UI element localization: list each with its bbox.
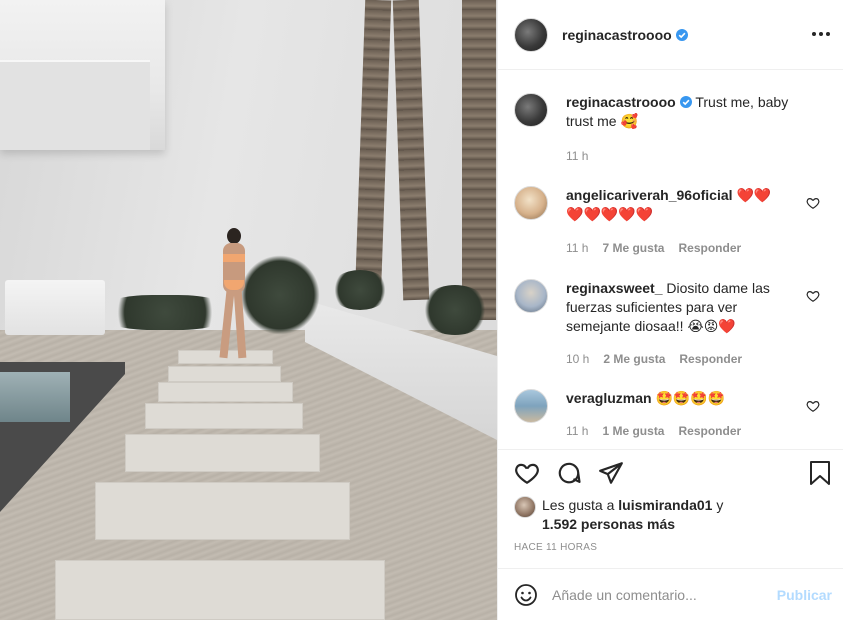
post-header: reginacastroooo	[498, 0, 843, 70]
comment-username[interactable]: veragluzman	[566, 390, 652, 406]
comment-row: angelicariverah_96oficial ❤️❤️ ❤️❤️❤️❤️❤…	[514, 186, 834, 266]
comment-time[interactable]: 11 h	[566, 241, 588, 255]
comment-likes[interactable]: 1 Me gusta	[602, 424, 664, 438]
post-timestamp[interactable]: HACE 11 HORAS	[514, 542, 597, 553]
comment-like-heart-icon[interactable]	[806, 399, 820, 413]
comment-like-heart-icon[interactable]	[806, 289, 820, 303]
comment-text: angelicariverah_96oficial ❤️❤️ ❤️❤️❤️❤️❤…	[566, 186, 798, 224]
comment-row: reginaxsweet_ Diosito dame las fuerzas s…	[514, 279, 834, 369]
caption-row: reginacastroooo Trust me, baby trust me …	[514, 93, 834, 193]
caption-text: reginacastroooo Trust me, baby trust me …	[566, 93, 798, 131]
comment-meta: 10 h 2 Me gusta Responder	[566, 352, 742, 366]
commenter-avatar[interactable]	[514, 389, 548, 423]
post-side-panel: reginacastroooo reginacastroooo Trust me…	[497, 0, 843, 620]
shrub	[420, 285, 490, 335]
commenter-avatar[interactable]	[514, 279, 548, 313]
add-comment-bar: Añade un comentario... Publicar	[498, 568, 843, 620]
author-avatar[interactable]	[514, 17, 548, 52]
heart-icon[interactable]	[514, 460, 540, 486]
comments-list: reginacastroooo Trust me, baby trust me …	[498, 71, 843, 449]
commenter-avatar[interactable]	[514, 186, 548, 220]
pool-water	[0, 372, 70, 422]
bookmark-icon[interactable]	[808, 460, 832, 486]
author-username[interactable]: reginacastroooo	[562, 27, 688, 43]
stepping-stone	[125, 434, 320, 472]
comment-time[interactable]: 10 h	[566, 352, 589, 366]
share-icon[interactable]	[598, 460, 624, 486]
comment-text: reginaxsweet_ Diosito dame las fuerzas s…	[566, 279, 798, 336]
palm-trunk	[462, 0, 496, 320]
likes-text: Les gusta a luismiranda01 y 1.592 person…	[542, 497, 724, 532]
caption-body: Trust me, baby	[695, 94, 789, 110]
comment-like-heart-icon[interactable]	[806, 196, 820, 210]
comment-emojis: 🤩🤩🤩🤩	[655, 390, 726, 406]
comment-username[interactable]: angelicariverah_96oficial	[566, 187, 733, 203]
lounge-chair	[5, 280, 105, 335]
reply-button[interactable]: Responder	[678, 241, 741, 255]
agave-plant	[240, 255, 320, 335]
caption-username[interactable]: reginacastroooo	[566, 94, 676, 110]
smiley-icon[interactable]	[514, 583, 538, 607]
liker-avatar[interactable]	[514, 496, 536, 518]
photo-overhang-lip	[0, 60, 150, 150]
author-avatar[interactable]	[514, 93, 548, 127]
comment-likes[interactable]: 2 Me gusta	[603, 352, 665, 366]
comment-likes[interactable]: 7 Me gusta	[602, 241, 664, 255]
more-options-icon[interactable]	[812, 26, 832, 42]
caption-time[interactable]: 11 h	[566, 149, 588, 163]
comment-text: veragluzman 🤩🤩🤩🤩	[566, 389, 798, 408]
shrub	[330, 270, 390, 310]
verified-badge-icon	[675, 28, 688, 41]
action-icons	[514, 460, 624, 486]
stepping-stone	[168, 366, 281, 382]
reply-button[interactable]: Responder	[678, 424, 741, 438]
comment-input[interactable]: Añade un comentario...	[552, 587, 762, 603]
person-figure	[215, 228, 251, 359]
comment-icon[interactable]	[556, 460, 582, 486]
stepping-stone	[55, 560, 385, 620]
post-photo[interactable]	[0, 0, 497, 620]
caption-body-line2: trust me	[566, 113, 617, 129]
stepping-stone	[95, 482, 350, 540]
comment-meta: 11 h 1 Me gusta Responder	[566, 424, 741, 438]
verified-badge-icon	[679, 96, 692, 108]
likes-count-link[interactable]: 1.592 personas más	[542, 516, 675, 532]
comment-row: veragluzman 🤩🤩🤩🤩 11 h 1 Me gusta Respond…	[514, 389, 834, 449]
comment-emojis: 😭😡❤️	[687, 318, 736, 334]
comment-meta: 11 h 7 Me gusta Responder	[566, 241, 741, 255]
stepping-stone	[158, 382, 293, 402]
action-bar	[498, 449, 843, 485]
comment-username[interactable]: reginaxsweet_	[566, 280, 663, 296]
stepping-stone	[145, 403, 303, 429]
hedge	[100, 295, 230, 330]
caption-meta: 11 h	[566, 149, 588, 163]
reply-button[interactable]: Responder	[679, 352, 742, 366]
publish-button[interactable]: Publicar	[777, 587, 832, 603]
liker-username[interactable]: luismiranda01	[618, 497, 712, 513]
instagram-post: reginacastroooo reginacastroooo Trust me…	[0, 0, 843, 620]
caption-emoji: 🥰	[620, 113, 638, 129]
comment-time[interactable]: 11 h	[566, 424, 588, 438]
